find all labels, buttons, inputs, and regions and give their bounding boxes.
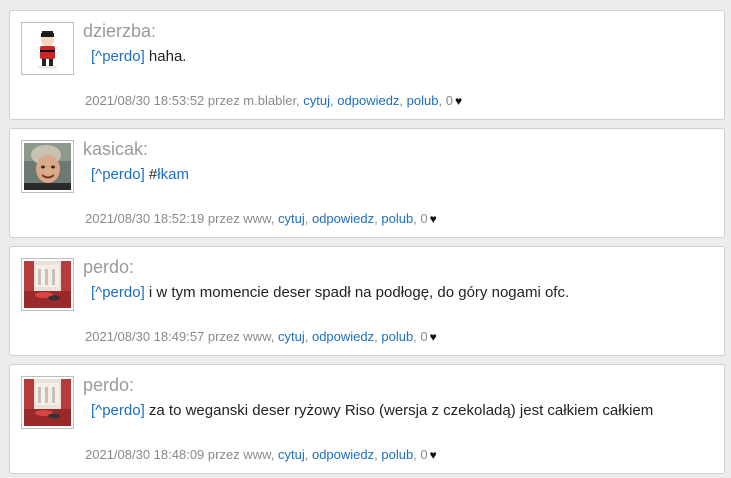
person-photo-avatar-icon: [24, 143, 71, 190]
like-count: 0: [445, 93, 453, 108]
cite-link[interactable]: cytuj: [278, 447, 305, 462]
post-item: perdo: [^perdo] za to weganski deser ryż…: [9, 364, 725, 474]
post-source: przez m.blabler,: [207, 93, 300, 108]
like-count: 0: [420, 329, 428, 344]
post-item: kasicak: [^perdo] #łkam 2021/08/30 18:52…: [9, 128, 725, 238]
post-feed: dzierzba: [^perdo] haha. 2021/08/30 18:5…: [0, 0, 731, 478]
reply-to-link[interactable]: [^perdo]: [91, 284, 145, 301]
post-body: [^perdo] #łkam: [91, 166, 189, 183]
avatar[interactable]: [21, 22, 74, 75]
avatar[interactable]: [21, 376, 74, 429]
post-timestamp: 2021/08/30 18:49:57: [85, 329, 205, 344]
reply-link[interactable]: odpowiedz: [312, 329, 374, 344]
red-room-photo-avatar-icon: [24, 261, 71, 308]
post-item: perdo: [^perdo] i w tym momencie deser s…: [9, 246, 725, 356]
reply-link[interactable]: odpowiedz: [337, 93, 399, 108]
post-body: [^perdo] za to weganski deser ryżowy Ris…: [91, 402, 653, 419]
post-text: za to weganski deser ryżowy Riso (wersja…: [144, 402, 654, 419]
post-meta: 2021/08/30 18:49:57 przez www, cytuj, od…: [85, 329, 437, 344]
post-timestamp: 2021/08/30 18:48:09: [85, 447, 205, 462]
cite-link[interactable]: cytuj: [278, 211, 305, 226]
reply-to-link[interactable]: [^perdo]: [91, 166, 145, 183]
post-meta: 2021/08/30 18:52:19 przez www, cytuj, od…: [85, 211, 437, 226]
post-text: haha.: [144, 48, 187, 65]
post-text: i w tym momencie deser spadł na podłogę,…: [144, 284, 570, 301]
like-link[interactable]: polub: [381, 211, 413, 226]
post-author: kasicak:: [83, 139, 149, 159]
post-timestamp: 2021/08/30 18:53:52: [85, 93, 205, 108]
reply-to-link[interactable]: [^perdo]: [91, 48, 145, 65]
heart-icon: ♥: [454, 94, 463, 108]
reply-link[interactable]: odpowiedz: [312, 211, 374, 226]
post-body: [^perdo] haha.: [91, 48, 186, 65]
cite-link[interactable]: cytuj: [303, 93, 330, 108]
cite-link[interactable]: cytuj: [278, 329, 305, 344]
heart-icon: ♥: [429, 330, 437, 344]
hashtag-link[interactable]: łkam: [157, 166, 189, 183]
heart-icon: ♥: [429, 448, 437, 462]
like-link[interactable]: polub: [407, 93, 439, 108]
reply-to-link[interactable]: [^perdo]: [91, 402, 145, 419]
post-timestamp: 2021/08/30 18:52:19: [85, 211, 205, 226]
like-link[interactable]: polub: [381, 329, 413, 344]
post-author: perdo:: [83, 257, 135, 277]
post-author: perdo:: [83, 375, 135, 395]
post-author: dzierzba:: [83, 21, 157, 41]
avatar[interactable]: [21, 140, 74, 193]
like-link[interactable]: polub: [381, 447, 413, 462]
like-count: 0: [420, 447, 428, 462]
reply-link[interactable]: odpowiedz: [312, 447, 374, 462]
avatar[interactable]: [21, 258, 74, 311]
heart-icon: ♥: [429, 212, 437, 226]
figure-doll-avatar-icon: [24, 25, 71, 72]
post-body: [^perdo] i w tym momencie deser spadł na…: [91, 284, 569, 301]
like-count: 0: [420, 211, 428, 226]
post-source: przez www,: [207, 329, 275, 344]
post-source: przez www,: [207, 447, 275, 462]
post-meta: 2021/08/30 18:53:52 przez m.blabler, cyt…: [85, 93, 463, 108]
post-text: #: [144, 166, 158, 183]
post-meta: 2021/08/30 18:48:09 przez www, cytuj, od…: [85, 447, 437, 462]
post-item: dzierzba: [^perdo] haha. 2021/08/30 18:5…: [9, 10, 725, 120]
red-room-photo-avatar-icon: [24, 379, 71, 426]
post-source: przez www,: [207, 211, 275, 226]
